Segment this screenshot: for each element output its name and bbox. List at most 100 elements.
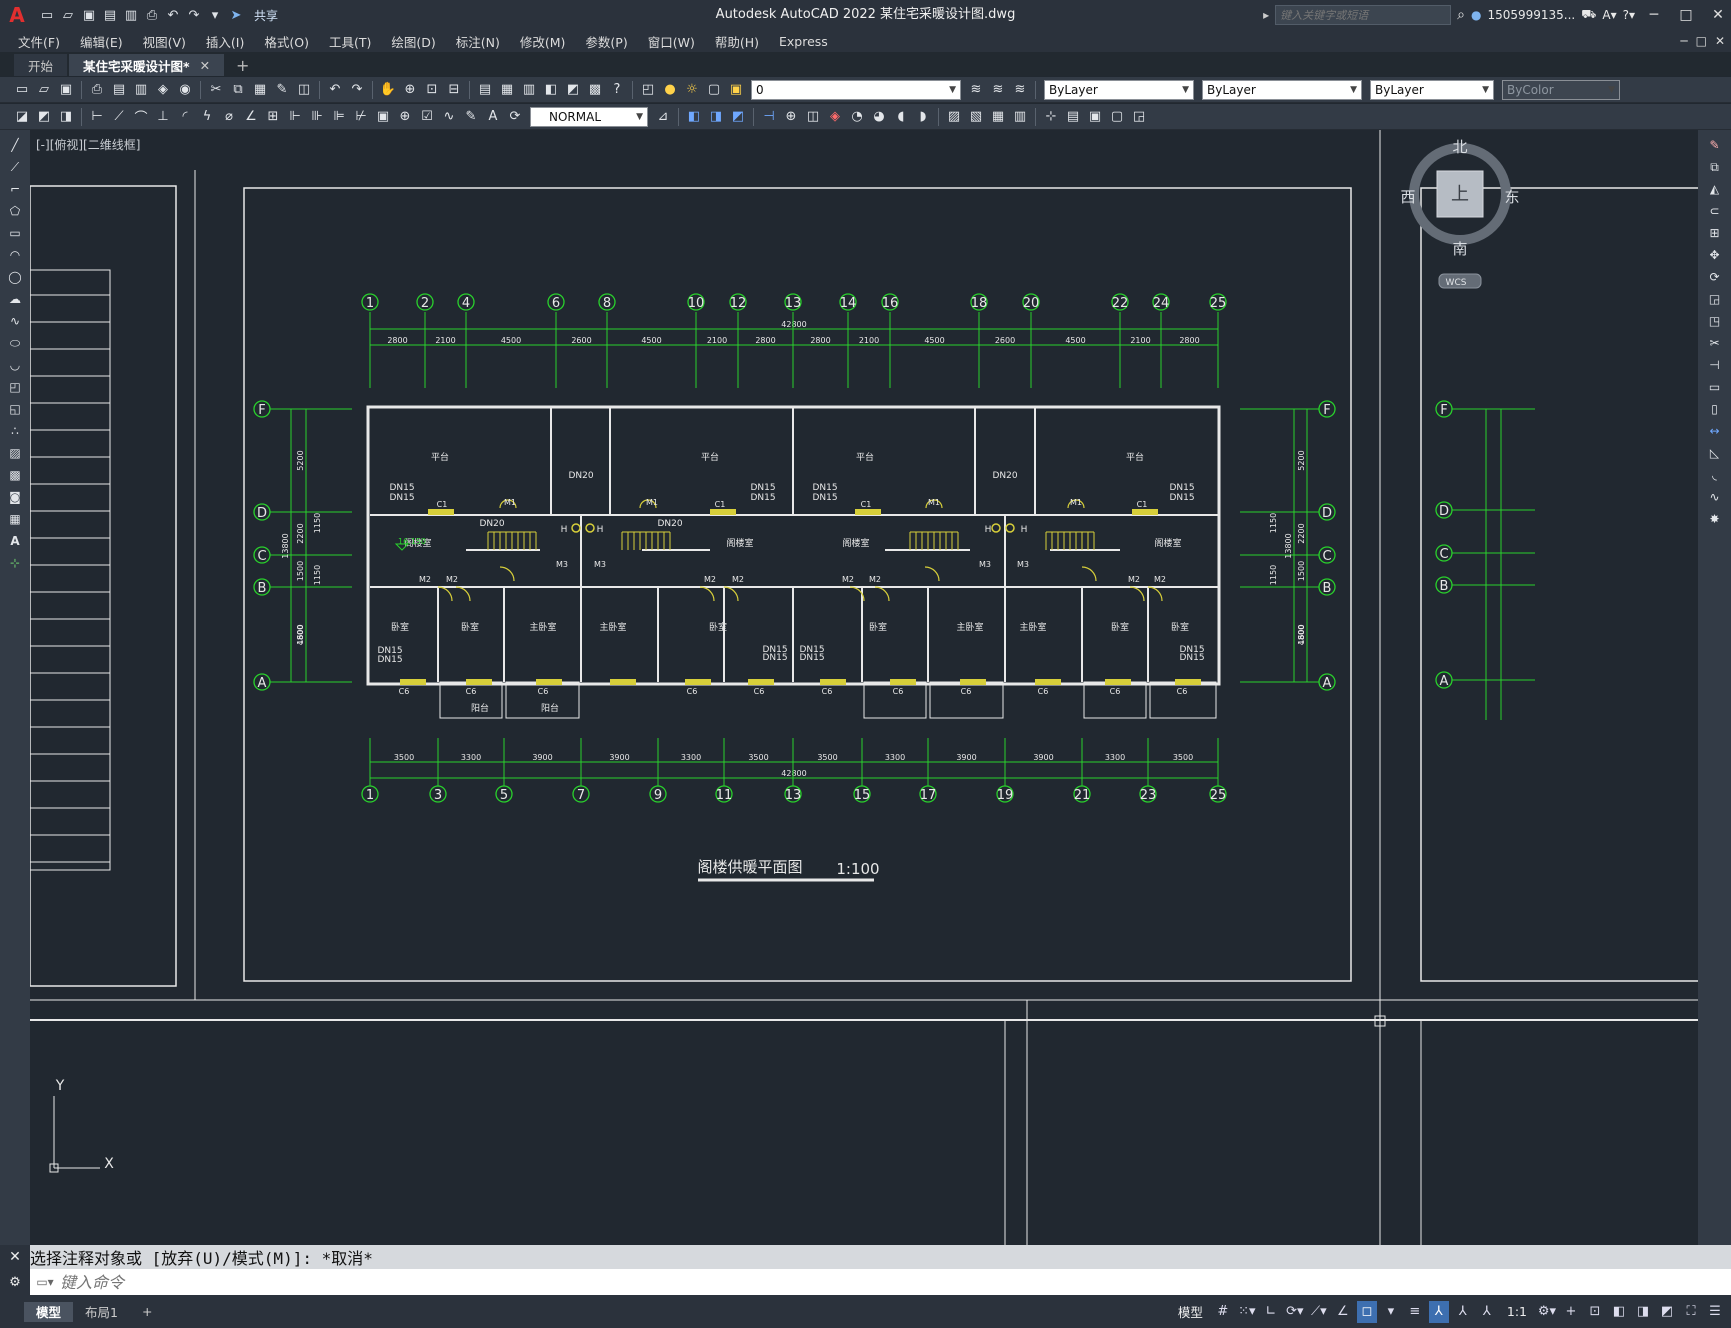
command-input[interactable] <box>60 1272 660 1292</box>
user-icon[interactable]: ● <box>1471 8 1481 22</box>
gradient-icon[interactable]: ▩ <box>5 466 25 484</box>
search-icon[interactable]: ⌕ <box>1457 7 1465 23</box>
ordinate-dim-icon[interactable]: ⊥ <box>153 107 173 127</box>
pan-icon[interactable]: ✋ <box>378 80 398 100</box>
field-icon[interactable]: ▢ <box>1107 107 1127 127</box>
doc-close-button[interactable]: ✕ <box>1715 34 1725 48</box>
menu-help[interactable]: 帮助(H) <box>705 32 769 51</box>
fillet-icon[interactable]: ◟ <box>1705 466 1725 484</box>
scale-icon[interactable]: ◲ <box>1705 290 1725 308</box>
menu-edit[interactable]: 编辑(E) <box>70 32 133 51</box>
polygon-icon[interactable]: ⬠ <box>5 202 25 220</box>
tool-palettes-icon[interactable]: ▥ <box>519 80 539 100</box>
tab-start[interactable]: 开始 <box>14 54 68 76</box>
copy-object-icon[interactable]: ⧉ <box>1705 158 1725 176</box>
layer-on-icon[interactable]: ● <box>660 80 680 100</box>
open-icon[interactable]: ▱ <box>34 80 54 100</box>
draworder-above-icon[interactable]: ◩ <box>728 107 748 127</box>
spell-icon[interactable]: ◲ <box>1129 107 1149 127</box>
dim-text-edit-icon[interactable]: A <box>483 107 503 127</box>
minimize-button[interactable]: ─ <box>1641 7 1667 23</box>
preview-icon[interactable]: ▤ <box>109 80 129 100</box>
hatch-icon[interactable]: ▨ <box>5 444 25 462</box>
annotation-scale-icon[interactable]: ⅄ <box>1477 1301 1497 1323</box>
workspace-gear-icon[interactable]: ⚙▾ <box>1537 1301 1557 1323</box>
erase-icon[interactable]: ✎ <box>1705 136 1725 154</box>
dim-break-icon[interactable]: ⊬ <box>351 107 371 127</box>
quick-properties-icon[interactable]: ◧ <box>1609 1301 1629 1323</box>
help-icon[interactable]: ?▾ <box>1623 8 1635 22</box>
explode-icon[interactable]: ✸ <box>1705 510 1725 528</box>
paste-icon[interactable]: ▦ <box>250 80 270 100</box>
make-current-icon[interactable]: ≋ <box>966 80 986 100</box>
draworder-back-icon[interactable]: ◨ <box>706 107 726 127</box>
gradient-icon[interactable]: ▧ <box>966 107 986 127</box>
isolate-icon[interactable]: ◩ <box>1657 1301 1677 1323</box>
sheet-set-icon[interactable]: ◧ <box>541 80 561 100</box>
redo-icon[interactable]: ↷ <box>185 6 203 24</box>
hardware-accel-icon[interactable]: ◨ <box>1633 1301 1653 1323</box>
draworder-front-icon[interactable]: ◧ <box>684 107 704 127</box>
tab-close-icon[interactable]: ✕ <box>200 58 210 73</box>
jogged-dim-icon[interactable]: ϟ <box>197 107 217 127</box>
publish-icon[interactable]: ▥ <box>122 6 140 24</box>
save-icon[interactable]: ▣ <box>56 80 76 100</box>
break-point-icon[interactable]: ▭ <box>1705 378 1725 396</box>
join-icon[interactable]: ↔ <box>1705 422 1725 440</box>
workspace-icon[interactable]: ◪ <box>12 107 32 127</box>
layer-props-icon[interactable]: ◰ <box>638 80 658 100</box>
zoom-realtime-icon[interactable]: ⊕ <box>400 80 420 100</box>
ortho-icon[interactable]: ∟ <box>1261 1301 1281 1323</box>
properties-icon[interactable]: ▤ <box>475 80 495 100</box>
save-as-icon[interactable]: ▤ <box>101 6 119 24</box>
inspect-icon[interactable]: ☑ <box>417 107 437 127</box>
chamfer-icon[interactable]: ◺ <box>1705 444 1725 462</box>
quick-dim-icon[interactable]: ⊞ <box>263 107 283 127</box>
layer-freeze-icon[interactable]: ☼ <box>682 80 702 100</box>
3d-print-icon[interactable]: ◈ <box>153 80 173 100</box>
grid-icon[interactable]: # <box>1213 1301 1233 1323</box>
arc-icon[interactable]: ◠ <box>5 246 25 264</box>
plus-icon[interactable]: + <box>1561 1301 1581 1323</box>
match-prop-icon[interactable]: ✎ <box>272 80 292 100</box>
menu-dimension[interactable]: 标注(N) <box>446 32 510 51</box>
trim-icon[interactable]: ✂ <box>1705 334 1725 352</box>
isodraft-icon[interactable]: ⟋▾ <box>1309 1301 1329 1323</box>
clean-screen-icon[interactable]: ⛶ <box>1681 1301 1701 1323</box>
add-layout-button[interactable]: + <box>130 1302 164 1322</box>
arc-length-icon[interactable]: ⌒ <box>131 107 151 127</box>
command-prompt-icon[interactable]: ▭▾ <box>30 1275 60 1289</box>
array-icon[interactable]: ⊞ <box>1705 224 1725 242</box>
insert-block-icon[interactable]: ⊣ <box>759 107 779 127</box>
new-file-icon[interactable]: ▭ <box>38 6 56 24</box>
units-icon[interactable]: ⊡ <box>1585 1301 1605 1323</box>
linetype-dropdown[interactable]: ByLayer ▼ <box>1202 79 1362 100</box>
aligned-dim-icon[interactable]: ⟋ <box>109 107 129 127</box>
osnap-dropdown-icon[interactable]: ▾ <box>1381 1301 1401 1323</box>
polyline-icon[interactable]: ⌐ <box>5 180 25 198</box>
layer-dropdown[interactable]: 0 ▼ <box>751 79 961 100</box>
dim-edit-icon[interactable]: ✎ <box>461 107 481 127</box>
search-expand-icon[interactable]: ▸ <box>1263 8 1269 22</box>
cart-icon[interactable]: ⛟ <box>1581 7 1596 23</box>
maximize-button[interactable]: □ <box>1673 7 1699 23</box>
design-center-icon[interactable]: ▦ <box>497 80 517 100</box>
mtext-icon[interactable]: ▣ <box>1085 107 1105 127</box>
spline-icon[interactable]: ∿ <box>5 312 25 330</box>
doc-minimize-button[interactable]: ─ <box>1680 34 1687 48</box>
plot-icon[interactable]: ⎙ <box>143 6 161 24</box>
cut-icon[interactable]: ✂ <box>206 80 226 100</box>
help-icon[interactable]: ? <box>607 80 627 100</box>
point-icon[interactable]: ⊹ <box>1041 107 1061 127</box>
attach-icon[interactable]: ⊕ <box>781 107 801 127</box>
jogged-linear-icon[interactable]: ∿ <box>439 107 459 127</box>
underlay-icon[interactable]: ◔ <box>847 107 867 127</box>
markup-icon[interactable]: ◩ <box>563 80 583 100</box>
xref-icon[interactable]: ◗ <box>913 107 933 127</box>
blend-icon[interactable]: ∿ <box>1705 488 1725 506</box>
osnap-tracking-icon[interactable]: ∠ <box>1333 1301 1353 1323</box>
auto-scale-icon[interactable]: ⅄ <box>1453 1301 1473 1323</box>
move-icon[interactable]: ✥ <box>1705 246 1725 264</box>
tab-drawing[interactable]: 某住宅采暖设计图* ✕ <box>69 54 225 76</box>
lineweight-dropdown[interactable]: ByLayer ▼ <box>1370 79 1494 100</box>
